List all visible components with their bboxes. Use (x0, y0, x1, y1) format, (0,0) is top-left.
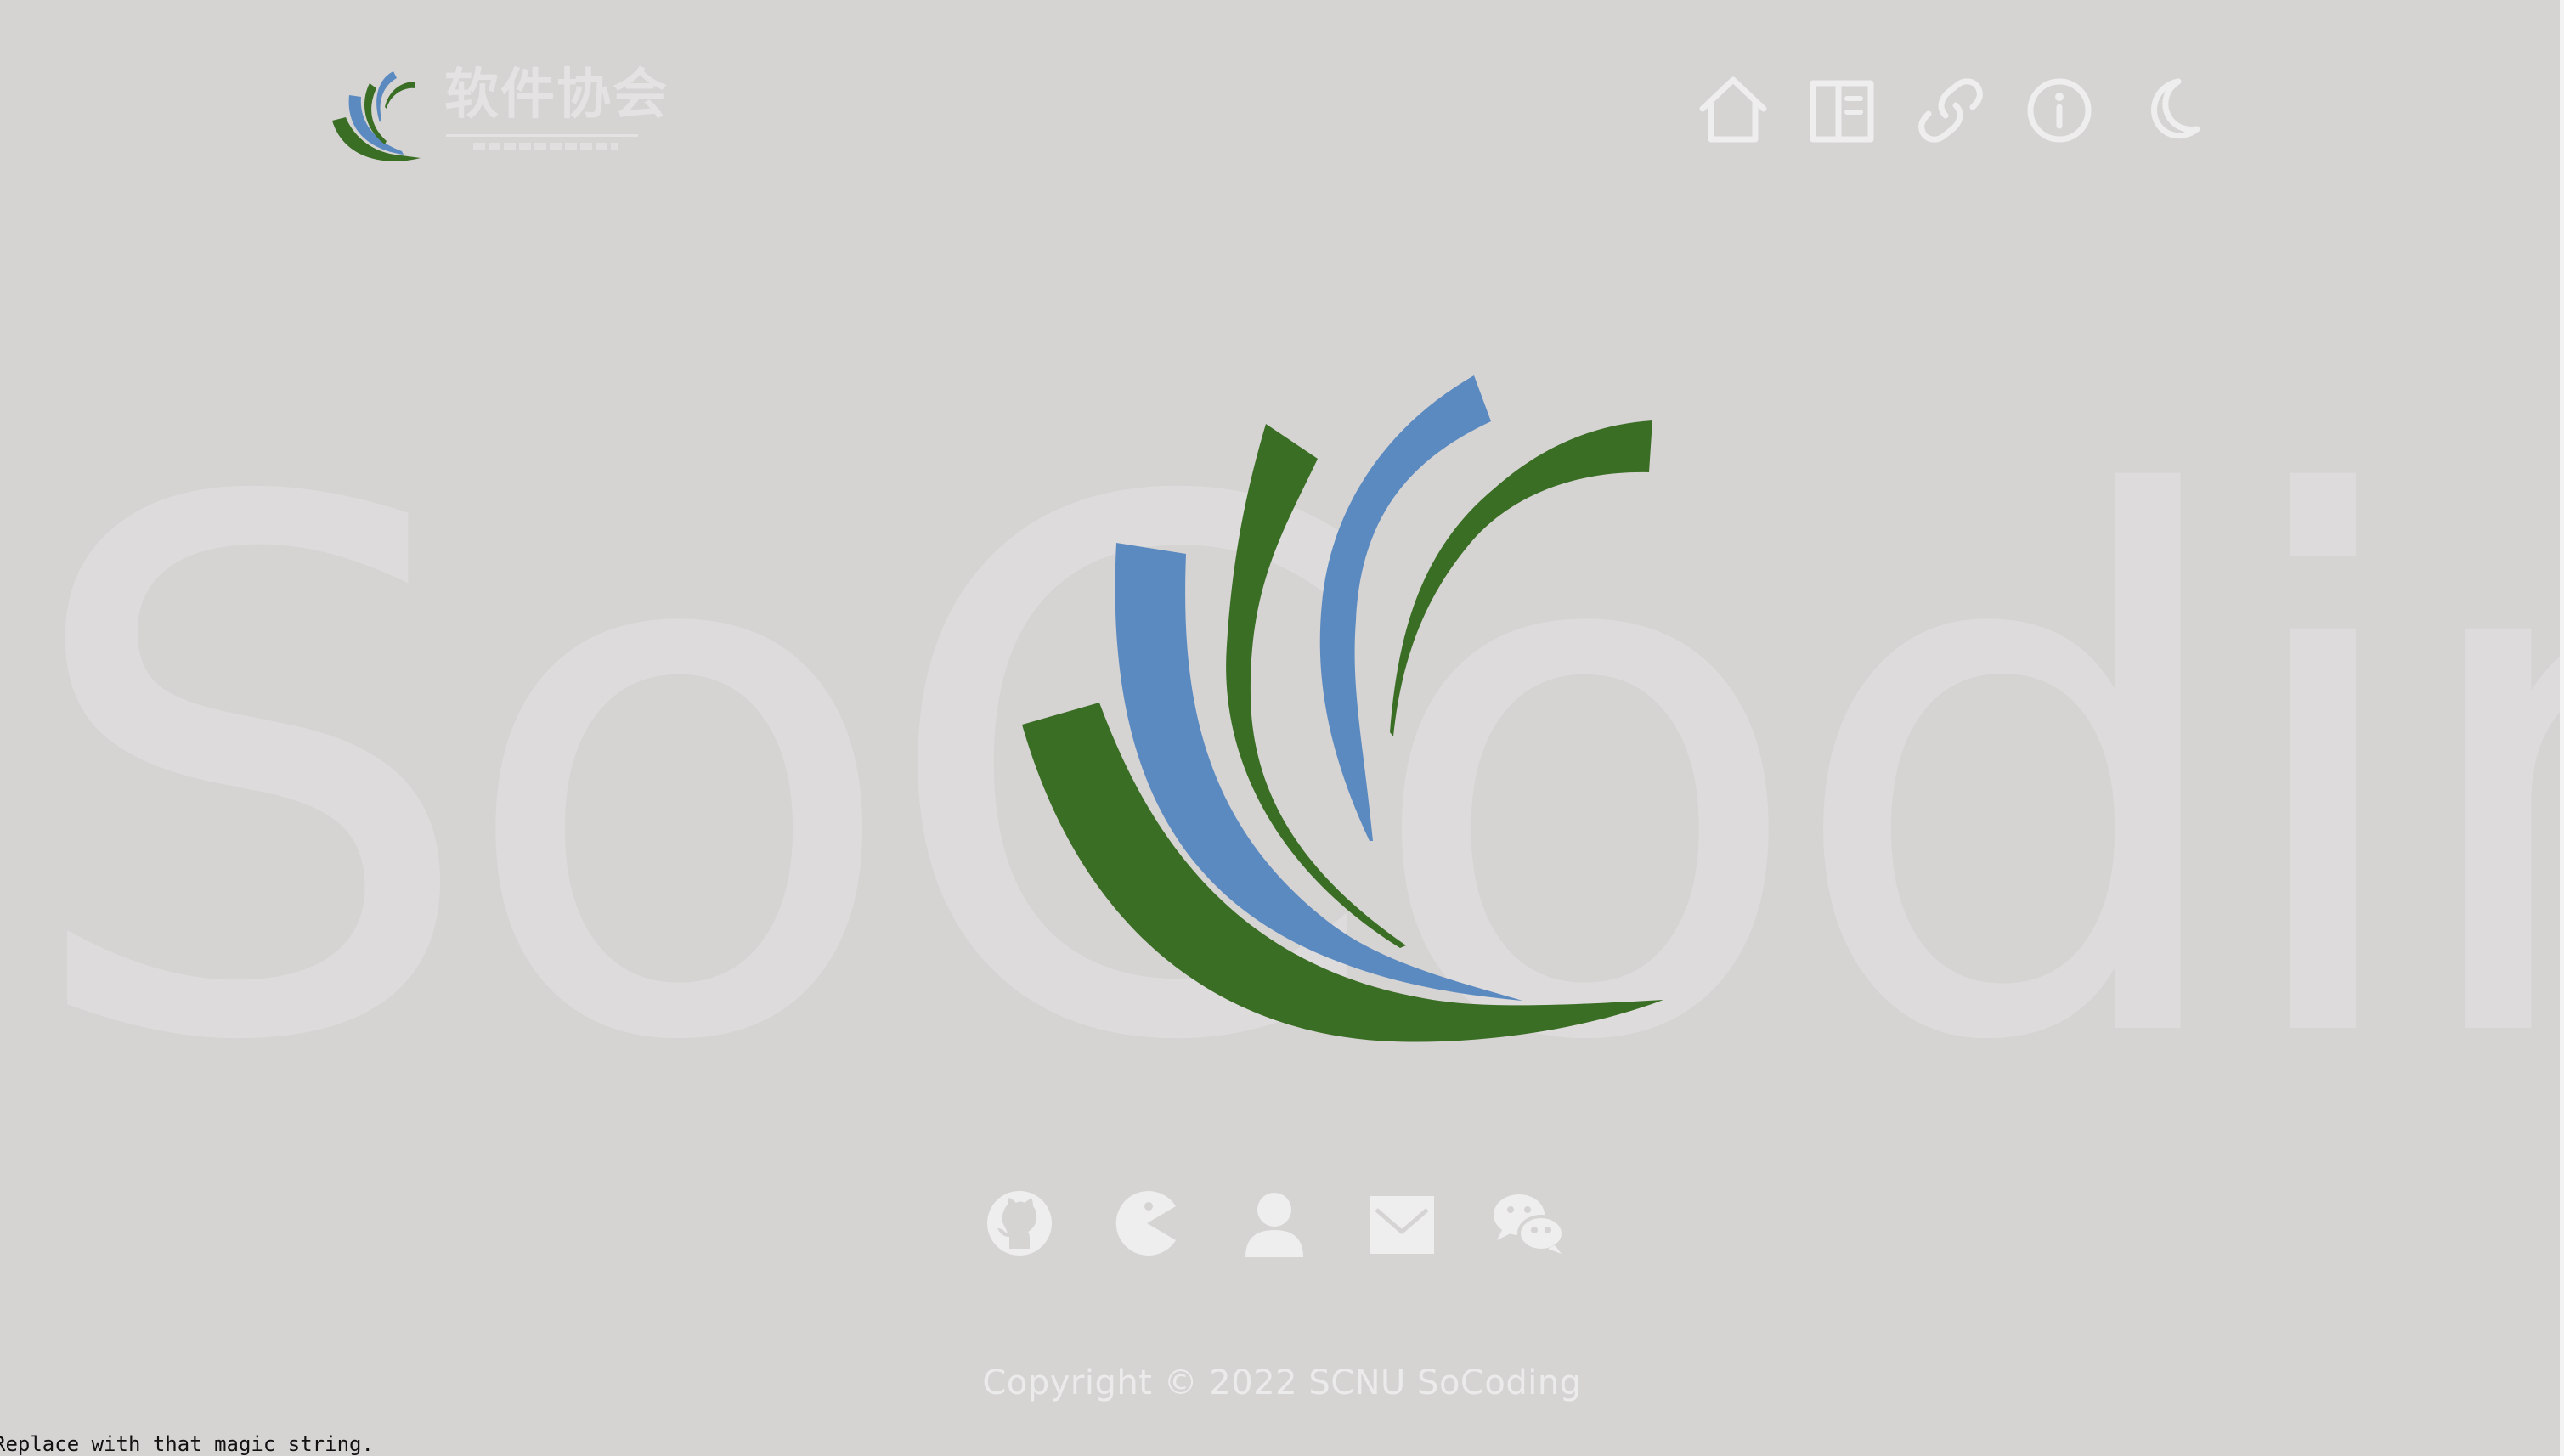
wechat-icon (1494, 1194, 1565, 1254)
nav-docs[interactable] (1799, 68, 1884, 153)
github-icon (987, 1191, 1052, 1256)
logo-subtitle-decoration (473, 143, 618, 150)
social-profile[interactable] (1232, 1181, 1317, 1266)
book-icon (1810, 80, 1874, 143)
social-links (977, 1181, 1589, 1266)
page-background: SoCoding 软件协会 (0, 0, 2564, 1456)
user-icon (1245, 1193, 1303, 1257)
link-icon (1918, 78, 1983, 143)
social-wechat[interactable] (1487, 1181, 1572, 1266)
debug-message: Replace with that magic string. (0, 1432, 374, 1456)
logo-swoosh-blue-upper (1319, 375, 1491, 841)
top-navigation (1691, 68, 2217, 153)
logo-underline (446, 134, 638, 137)
logo-title: 软件协会 (444, 64, 669, 127)
social-email[interactable] (1359, 1181, 1444, 1266)
footer-copyright: Copyright © 2022 SCNU SoCoding (982, 1363, 1582, 1402)
pacman-icon (1115, 1191, 1176, 1256)
nav-theme-toggle[interactable] (2126, 68, 2211, 153)
nav-links[interactable] (1908, 68, 1993, 153)
window-edge (2560, 0, 2564, 1456)
home-icon (1699, 76, 1767, 143)
nav-home[interactable] (1691, 68, 1776, 153)
social-game[interactable] (1104, 1181, 1189, 1266)
hero-logo (994, 365, 1691, 1062)
nav-about[interactable] (2017, 68, 2102, 153)
social-github[interactable] (977, 1181, 1062, 1266)
moon-icon (2151, 78, 2200, 139)
site-logo[interactable]: 软件协会 (327, 66, 667, 168)
logo-swoosh-green-top (1390, 420, 1652, 736)
mail-icon (1370, 1196, 1434, 1254)
info-icon (2027, 78, 2092, 143)
logo-mark (332, 71, 421, 161)
